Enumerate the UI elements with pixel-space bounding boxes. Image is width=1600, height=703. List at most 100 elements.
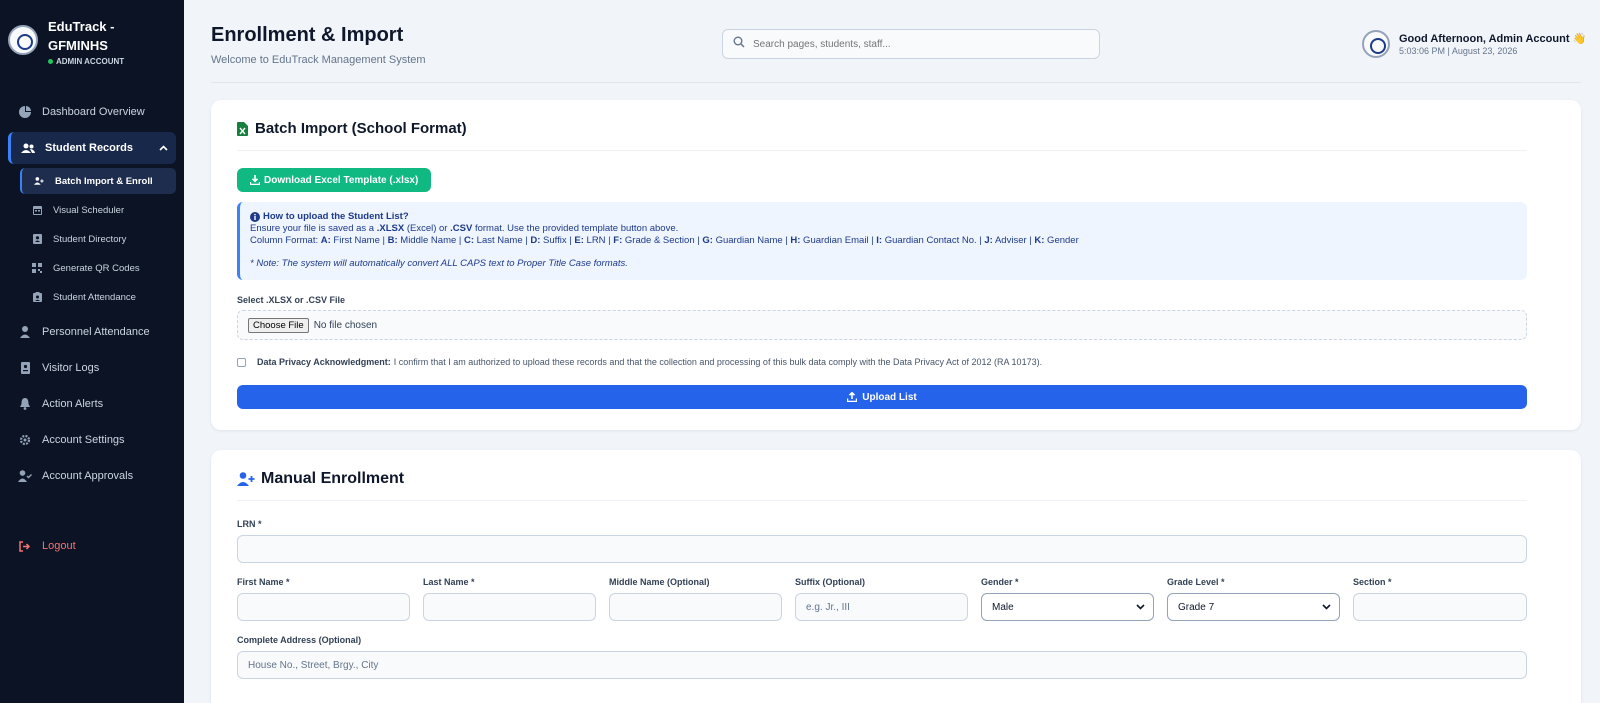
card-title-text: Batch Import (School Format) bbox=[255, 120, 467, 137]
column-format-item: I: Guardian Contact No. bbox=[876, 235, 977, 246]
chevron-down-icon bbox=[1322, 602, 1331, 613]
brand: EduTrack - GFMINHS ADMIN ACCOUNT bbox=[0, 0, 184, 82]
gear-icon bbox=[18, 433, 32, 447]
pie-chart-icon bbox=[18, 105, 32, 119]
info-note: * Note: The system will automatically co… bbox=[250, 258, 628, 269]
column-format-item: E: LRN bbox=[574, 235, 606, 246]
choose-file-button[interactable]: Choose File bbox=[248, 317, 309, 333]
manual-enrollment-title: Manual Enrollment bbox=[237, 470, 404, 488]
privacy-checkbox[interactable] bbox=[237, 357, 246, 367]
section-input[interactable] bbox=[1353, 593, 1527, 621]
address-input[interactable]: House No., Street, Brgy., City bbox=[237, 651, 1527, 679]
user-check-icon bbox=[18, 469, 32, 483]
user-plus-icon bbox=[237, 472, 255, 486]
sidebar-subitem-label: Student Directory bbox=[53, 233, 127, 245]
sidebar-subitem-generate-qr[interactable]: Generate QR Codes bbox=[20, 255, 176, 281]
first-name-input[interactable] bbox=[237, 593, 410, 621]
excel-file-icon bbox=[237, 121, 248, 136]
logout-icon bbox=[18, 539, 32, 553]
sidebar-item-personnel-attendance[interactable]: Personnel Attendance bbox=[8, 316, 176, 348]
card-divider bbox=[237, 150, 1527, 151]
last-name-input[interactable] bbox=[423, 593, 596, 621]
sidebar-item-label: Logout bbox=[42, 540, 76, 552]
file-select-label: Select .XLSX or .CSV File bbox=[237, 295, 346, 305]
search-box[interactable] bbox=[722, 29, 1100, 59]
sidebar-item-account-approvals[interactable]: Account Approvals bbox=[8, 460, 176, 492]
sidebar-subitem-visual-scheduler[interactable]: Visual Scheduler bbox=[20, 197, 176, 223]
sidebar-item-label: Visitor Logs bbox=[42, 362, 100, 374]
sidebar-item-label: Dashboard Overview bbox=[42, 106, 145, 118]
address-book-icon bbox=[32, 234, 42, 244]
upload-list-button[interactable]: Upload List bbox=[237, 385, 1527, 409]
sidebar-item-visitor-logs[interactable]: Visitor Logs bbox=[8, 352, 176, 384]
privacy-acknowledgment: Data Privacy Acknowledgment: I confirm t… bbox=[237, 357, 1042, 367]
batch-import-title: Batch Import (School Format) bbox=[237, 120, 467, 137]
column-format-item: G: Guardian Name bbox=[702, 235, 783, 246]
main-content: Enrollment & Import Welcome to EduTrack … bbox=[184, 0, 1600, 703]
suffix-input[interactable]: e.g. Jr., III bbox=[795, 593, 968, 621]
file-input[interactable]: Choose File No file chosen bbox=[237, 310, 1527, 340]
page-title: Enrollment & Import bbox=[211, 24, 404, 46]
card-divider bbox=[237, 500, 1527, 501]
gender-label: Gender * bbox=[981, 577, 1019, 587]
sidebar-item-action-alerts[interactable]: Action Alerts bbox=[8, 388, 176, 420]
online-status-dot bbox=[48, 59, 53, 64]
info-heading: How to upload the Student List? bbox=[263, 211, 409, 222]
sidebar-subitem-student-attendance[interactable]: Student Attendance bbox=[20, 284, 176, 310]
middle-name-input[interactable] bbox=[609, 593, 782, 621]
user-icon bbox=[18, 325, 32, 339]
column-format-item: A: First Name bbox=[320, 235, 380, 246]
card-title-text: Manual Enrollment bbox=[261, 470, 405, 487]
qrcode-icon bbox=[32, 263, 42, 273]
upload-instructions: How to upload the Student List? Ensure y… bbox=[237, 202, 1527, 280]
school-logo bbox=[8, 25, 38, 55]
sidebar-item-logout[interactable]: Logout bbox=[8, 530, 176, 562]
last-name-label: Last Name * bbox=[423, 577, 475, 587]
suffix-label: Suffix (Optional) bbox=[795, 577, 865, 587]
sidebar-item-label: Account Approvals bbox=[42, 470, 134, 482]
sidebar-item-dashboard[interactable]: Dashboard Overview bbox=[8, 96, 176, 128]
privacy-text: I confirm that I am authorized to upload… bbox=[393, 357, 1043, 367]
upload-list-label: Upload List bbox=[862, 391, 917, 403]
sidebar-subitem-label: Visual Scheduler bbox=[53, 204, 125, 216]
sidebar-subitem-batch-import[interactable]: Batch Import & Enroll bbox=[20, 168, 176, 194]
sidebar-subitem-label: Batch Import & Enroll bbox=[55, 175, 153, 187]
column-format-item: K: Gender bbox=[1034, 235, 1079, 246]
sidebar-item-account-settings[interactable]: Account Settings bbox=[8, 424, 176, 456]
chevron-down-icon bbox=[1136, 602, 1145, 613]
users-icon bbox=[21, 141, 35, 155]
search-input[interactable] bbox=[753, 38, 1083, 50]
batch-import-card: Batch Import (School Format) Download Ex… bbox=[211, 100, 1581, 430]
gender-select[interactable]: Male bbox=[981, 593, 1154, 621]
column-format-item: J: Adviser bbox=[984, 235, 1027, 246]
section-label: Section * bbox=[1353, 577, 1392, 587]
search-icon bbox=[733, 35, 745, 53]
avatar[interactable] bbox=[1362, 30, 1390, 58]
privacy-heading: Data Privacy Acknowledgment: bbox=[257, 357, 391, 367]
account-role: ADMIN ACCOUNT bbox=[56, 57, 125, 66]
info-line-column-format: Column Format: A: First Name | B: Middle… bbox=[250, 235, 1079, 246]
info-line-file-format: Ensure your file is saved as a .XLSX (Ex… bbox=[250, 223, 679, 234]
gender-selected-value: Male bbox=[992, 601, 1014, 613]
column-format-item: C: Last Name bbox=[464, 235, 523, 246]
sidebar-item-student-records[interactable]: Student Records bbox=[8, 132, 176, 164]
download-template-button[interactable]: Download Excel Template (.xlsx) bbox=[237, 168, 432, 192]
grade-level-select[interactable]: Grade 7 bbox=[1167, 593, 1340, 621]
address-label: Complete Address (Optional) bbox=[237, 635, 362, 645]
column-format-item: D: Suffix bbox=[530, 235, 567, 246]
info-circle-icon bbox=[250, 212, 260, 222]
grade-selected-value: Grade 7 bbox=[1178, 601, 1215, 613]
sidebar-item-label: Action Alerts bbox=[42, 398, 104, 410]
greeting-text: Good Afternoon, Admin Account 👋 bbox=[1399, 33, 1587, 45]
lrn-input[interactable] bbox=[237, 535, 1527, 563]
bell-icon bbox=[18, 397, 32, 411]
clipboard-user-icon bbox=[32, 292, 42, 302]
chevron-up-icon[interactable] bbox=[159, 142, 168, 154]
user-plus-icon bbox=[34, 176, 44, 186]
sidebar-item-label: Personnel Attendance bbox=[42, 326, 150, 338]
upload-icon bbox=[847, 392, 858, 402]
sidebar-subitem-student-directory[interactable]: Student Directory bbox=[20, 226, 176, 252]
brand-name-line1: EduTrack - bbox=[48, 19, 115, 34]
download-icon bbox=[250, 175, 260, 185]
column-format-item: H: Guardian Email bbox=[790, 235, 869, 246]
